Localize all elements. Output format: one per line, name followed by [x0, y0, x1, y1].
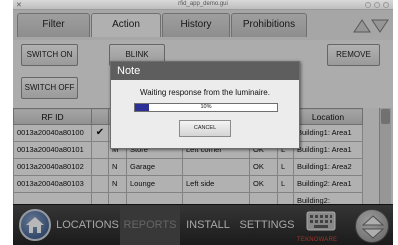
note-dialog: Note Waiting response from the luminaire… [110, 61, 300, 149]
maximize-icon[interactable] [374, 2, 380, 8]
device-screen: ✕ rfid_app_demo.gui Filter Action Histor… [13, 0, 393, 245]
window-controls [365, 2, 389, 8]
progress-label: 10% [200, 104, 212, 110]
minimize-icon[interactable] [365, 2, 371, 8]
window-titlebar: ✕ rfid_app_demo.gui [13, 0, 393, 10]
progress-bar: 10% [134, 103, 278, 112]
dialog-message: Waiting response from the luminaire. [140, 88, 270, 97]
cancel-button[interactable]: CANCEL [179, 120, 231, 137]
window-title: rfid_app_demo.gui [178, 1, 228, 7]
window-menu-icon[interactable] [383, 2, 389, 8]
dialog-title: Note [111, 62, 299, 80]
